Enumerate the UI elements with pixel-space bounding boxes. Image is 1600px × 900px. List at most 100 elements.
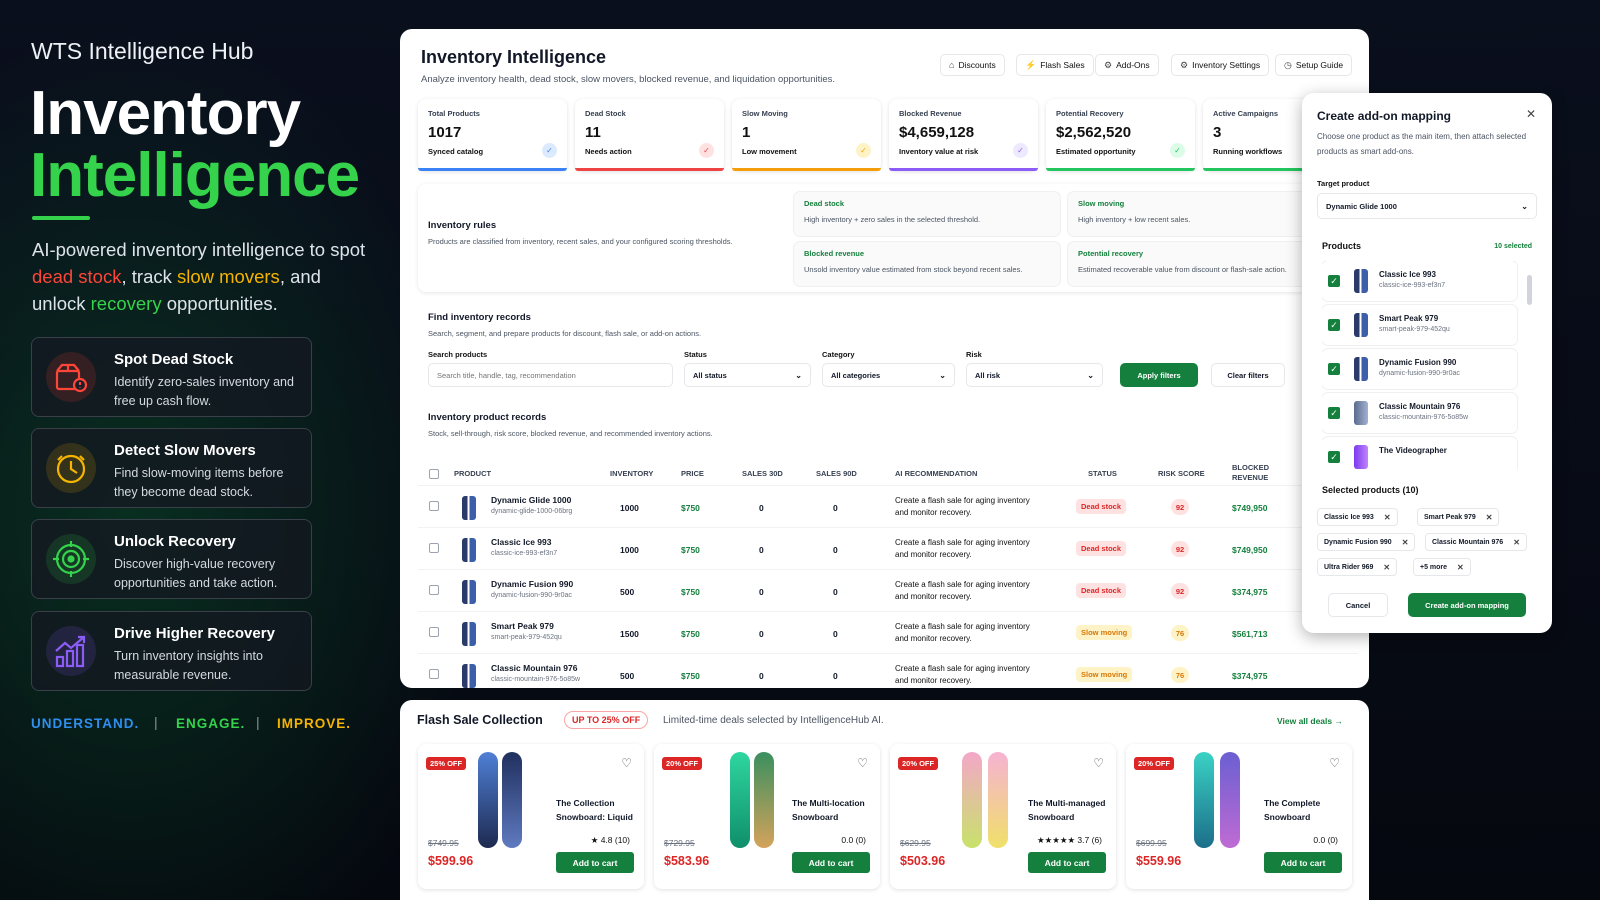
list-item[interactable]: ✓ The Videographer [1322, 437, 1517, 469]
heart-icon[interactable]: ♡ [857, 756, 868, 770]
view-all-deals-link[interactable]: View all deals → [1277, 716, 1343, 726]
selected-count: 10 selected [1494, 243, 1532, 250]
category-select[interactable]: All categories ⌄ [822, 363, 955, 387]
risk-select[interactable]: All risk ⌄ [966, 363, 1103, 387]
checkbox-checked[interactable]: ✓ [1328, 451, 1340, 463]
selected-chip[interactable]: Classic Mountain 976 ✕ [1425, 533, 1527, 551]
row-checkbox[interactable] [429, 627, 439, 637]
tag-understand: UNDERSTAND. [31, 716, 140, 731]
remove-icon[interactable]: ✕ [1402, 538, 1409, 547]
product-thumbnail [462, 622, 476, 646]
product-card[interactable]: 25% OFF ♡ The Collection Snowboard: Liqu… [418, 744, 644, 889]
stat-card-dead-stock: Dead Stock 11 Needs action ✓ [575, 99, 724, 171]
rule-dead-stock: Dead stock High inventory + zero sales in… [794, 192, 1060, 236]
clear-filters-button[interactable]: Clear filters [1211, 363, 1285, 387]
check-icon: ✓ [542, 143, 557, 158]
add-to-cart-button[interactable]: Add to cart [1264, 852, 1342, 873]
scrollbar[interactable] [1527, 275, 1532, 305]
more-chip[interactable]: +5 more ✕ [1413, 558, 1471, 576]
setup-guide-button[interactable]: ◷ Setup Guide [1275, 54, 1353, 76]
search-input[interactable] [428, 363, 673, 387]
records-title: Inventory product records [428, 412, 547, 423]
product-card[interactable]: 20% OFF ♡ The Multi-managed Snowboard ★★… [890, 744, 1116, 889]
checkbox-checked[interactable]: ✓ [1328, 363, 1340, 375]
snowboard-image [988, 752, 1008, 848]
records-desc: Stock, sell-through, risk score, blocked… [428, 429, 713, 438]
checkbox-checked[interactable]: ✓ [1328, 407, 1340, 419]
old-price: $749.95 [428, 838, 459, 848]
row-checkbox[interactable] [429, 543, 439, 553]
rule-potential-recovery: Potential recovery Estimated recoverable … [1068, 242, 1334, 286]
row-checkbox[interactable] [429, 585, 439, 595]
close-icon[interactable]: ✕ [1526, 107, 1536, 121]
status-badge: Slow moving [1076, 625, 1133, 640]
checkbox-checked[interactable]: ✓ [1328, 275, 1340, 287]
tag-improve: IMPROVE. [277, 716, 352, 731]
tag-separator: | [154, 714, 158, 730]
add-to-cart-button[interactable]: Add to cart [556, 852, 634, 873]
selected-chip[interactable]: Smart Peak 979 ✕ [1417, 508, 1500, 526]
feature-desc: Find slow-moving items before they becom… [114, 466, 284, 499]
search-label: Search products [428, 350, 488, 359]
remove-icon[interactable]: ✕ [1486, 513, 1493, 522]
target-icon [46, 534, 96, 584]
product-card[interactable]: 20% OFF ♡ The Multi-location Snowboard 0… [654, 744, 880, 889]
heart-icon[interactable]: ♡ [621, 756, 632, 770]
product-title: The Multi-managed Snowboard [1028, 798, 1106, 822]
remove-icon[interactable]: ✕ [1457, 563, 1464, 572]
checkbox-checked[interactable]: ✓ [1328, 319, 1340, 331]
product-thumbnail [1354, 269, 1368, 293]
row-checkbox[interactable] [429, 501, 439, 511]
remove-icon[interactable]: ✕ [1384, 513, 1391, 522]
select-all-checkbox[interactable] [429, 469, 439, 479]
add-to-cart-button[interactable]: Add to cart [1028, 852, 1106, 873]
header-sales-90d: SALES 90D [816, 469, 857, 478]
row-checkbox[interactable] [429, 669, 439, 679]
snowboard-image [962, 752, 982, 848]
header-inventory: INVENTORY [610, 469, 654, 478]
header-product: PRODUCT [454, 469, 492, 478]
flash-sales-button[interactable]: ⚡ Flash Sales [1016, 54, 1094, 76]
add-ons-button[interactable]: ⚙ Add-Ons [1095, 54, 1159, 76]
title-underline [32, 216, 90, 220]
find-records-section: Find inventory records Search, segment, … [418, 302, 1338, 402]
remove-icon[interactable]: ✕ [1513, 538, 1520, 547]
list-item[interactable]: ✓ Classic Mountain 976 classic-mountain-97… [1322, 393, 1517, 433]
create-add-on-button[interactable]: Create add-on mapping [1408, 593, 1526, 617]
selected-chip[interactable]: Ultra Rider 969 ✕ [1317, 558, 1398, 576]
status-select[interactable]: All status ⌄ [684, 363, 811, 387]
product-thumbnail [462, 664, 476, 688]
check-icon: ✓ [856, 143, 871, 158]
product-list[interactable]: ✓ Classic Ice 993 classic-ice-993-ef3n7 ✓ S… [1322, 261, 1540, 469]
feature-title: Unlock Recovery [114, 533, 236, 550]
risk-badge: 76 [1171, 625, 1189, 641]
inventory-settings-button[interactable]: ⚙ Inventory Settings [1171, 54, 1270, 76]
find-desc: Search, segment, and prepare products fo… [428, 329, 702, 338]
table-row[interactable]: Classic Mountain 976 classic-mountain-976… [418, 653, 1358, 688]
table-row[interactable]: Smart Peak 979 smart-peak-979-452qu 1500 $7… [418, 611, 1358, 653]
product-card[interactable]: 20% OFF ♡ The Complete Snowboard 0.0 (0)… [1126, 744, 1352, 889]
rating: 0.0 (0) [1313, 835, 1338, 845]
table-row[interactable]: Dynamic Glide 1000 dynamic-glide-1000-06b… [418, 485, 1358, 527]
product-thumbnail [462, 580, 476, 604]
heart-icon[interactable]: ♡ [1093, 756, 1104, 770]
target-product-select[interactable]: Dynamic Glide 1000 ⌄ [1317, 193, 1537, 219]
list-item[interactable]: ✓ Smart Peak 979 smart-peak-979-452qu [1322, 305, 1517, 345]
discounts-button[interactable]: ⌂ Discounts [940, 54, 1005, 76]
heart-icon[interactable]: ♡ [1329, 756, 1340, 770]
add-to-cart-button[interactable]: Add to cart [792, 852, 870, 873]
remove-icon[interactable]: ✕ [1383, 563, 1390, 572]
table-row[interactable]: Classic Ice 993 classic-ice-993-ef3n7 1000… [418, 527, 1358, 569]
cancel-button[interactable]: Cancel [1328, 593, 1388, 617]
selected-chip[interactable]: Classic Ice 993 ✕ [1317, 508, 1398, 526]
hero-title-line1: Inventory [30, 79, 301, 148]
sale-price: $503.96 [900, 854, 946, 868]
apply-filters-button[interactable]: Apply filters [1120, 363, 1198, 387]
table-row[interactable]: Dynamic Fusion 990 dynamic-fusion-990-9r0… [418, 569, 1358, 611]
add-on-mapping-drawer: Create add-on mapping ✕ Choose one produ… [1302, 93, 1552, 633]
check-icon: ✓ [1170, 143, 1185, 158]
selected-chip[interactable]: Dynamic Fusion 990 ✕ [1317, 533, 1416, 551]
list-item[interactable]: ✓ Classic Ice 993 classic-ice-993-ef3n7 [1322, 261, 1517, 301]
off-badge: 25% OFF [426, 757, 467, 770]
list-item[interactable]: ✓ Dynamic Fusion 990 dynamic-fusion-990-9r… [1322, 349, 1517, 389]
